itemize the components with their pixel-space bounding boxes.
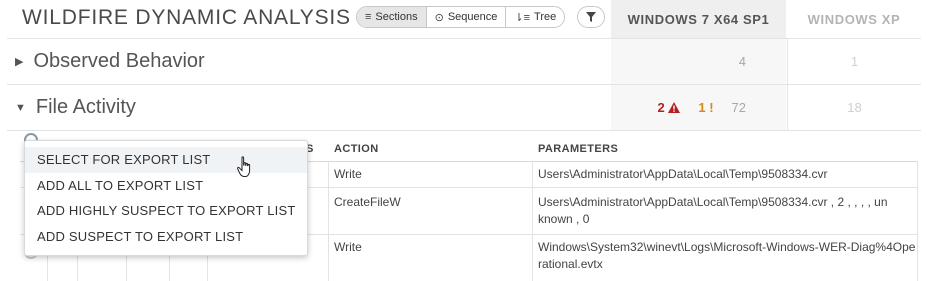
win7-summary-cell: 2 1 ! 72 [611,85,786,130]
section-file-activity[interactable]: ▼ File Activity 2 1 ! 72 18 [7,84,921,130]
action-cell: CreateFileW [334,195,401,209]
filter-button[interactable] [577,6,605,28]
parameters-column-header[interactable]: PARAMETERS [538,143,618,155]
parameters-cell: Windows\System32\winevt\Logs\Microsoft-W… [538,240,916,271]
section-observed-behavior[interactable]: ▶ Observed Behavior 4 1 [7,38,921,84]
sections-view-button[interactable]: ≡ Sections [357,7,427,27]
sequence-view-label: Sequence [447,11,498,23]
section-title: File Activity [35,96,136,118]
action-cell: Write [334,240,362,254]
sections-view-label: Sections [375,11,418,23]
export-context-menu: SELECT FOR EXPORT LIST ADD ALL TO EXPORT… [24,140,308,256]
menu-item-select-for-export[interactable]: SELECT FOR EXPORT LIST [25,147,307,173]
view-mode-toggle: ≡ Sections ⊙ Sequence ⇂≡ Tree [356,6,566,28]
clock-icon: ⊙ [434,11,444,24]
funnel-icon [586,12,596,22]
tree-view-label: Tree [534,11,557,23]
menu-item-add-suspect[interactable]: ADD SUSPECT TO EXPORT LIST [25,224,307,250]
section-title: Observed Behavior [33,50,205,72]
medium-severity-badge: 1 ! [698,100,713,115]
warning-triangle-icon [668,102,681,113]
winxp-summary-cell: 1 [787,39,921,84]
menu-item-add-highly-suspect[interactable]: ADD HIGHLY SUSPECT TO EXPORT LIST [25,198,307,224]
parameters-cell: Users\Administrator\AppData\Local\Temp\9… [538,167,828,181]
menu-item-add-all-to-export[interactable]: ADD ALL TO EXPORT LIST [25,173,307,199]
page-title: WILDFIRE DYNAMIC ANALYSIS [22,6,351,29]
collapse-triangle-icon[interactable]: ▼ [15,102,26,114]
column-header-windowsxp[interactable]: WINDOWS XP [787,0,921,38]
medium-severity-count: 1 [698,100,706,115]
action-column-header[interactable]: ACTION [334,143,379,155]
exclamation-icon: ! [709,100,714,115]
list-icon: ≡ [365,11,372,23]
winxp-summary-cell: 18 [787,85,921,130]
hand-pointer-cursor-icon [237,156,251,177]
column-header-windows7[interactable]: WINDOWS 7 X64 SP1 [611,0,786,38]
expand-triangle-icon[interactable]: ▶ [15,55,23,68]
high-severity-badge: 2 [657,100,681,115]
sequence-view-button[interactable]: ⊙ Sequence [427,7,507,27]
count-value: 4 [738,54,746,69]
count-value: 18 [847,100,862,115]
high-severity-count: 2 [657,100,665,115]
parameters-cell: Users\Administrator\AppData\Local\Temp\9… [538,195,888,226]
tree-sort-icon: ⇂≡ [514,11,531,24]
tree-view-button[interactable]: ⇂≡ Tree [506,7,564,27]
count-value: 72 [731,100,746,115]
action-cell: Write [334,167,362,181]
win7-summary-cell: 4 [611,39,786,84]
count-value: 1 [850,54,859,69]
